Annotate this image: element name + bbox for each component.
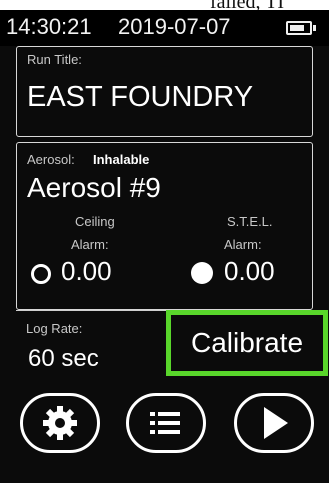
list-icon (148, 408, 184, 438)
device-screen: 14:30:21 2019-07-07 Run Title: EAST FOUN… (0, 10, 329, 483)
battery-icon (286, 21, 316, 35)
run-title-label: Run Title: (27, 52, 82, 67)
menu-button[interactable] (126, 393, 206, 453)
status-date: 2019-07-07 (118, 14, 231, 39)
stel-indicator-icon (191, 262, 213, 284)
stel-alarm-label: Alarm: (224, 237, 262, 252)
calibrate-label: Calibrate (190, 327, 304, 358)
play-icon (257, 405, 291, 441)
aerosol-name: Aerosol #9 (27, 172, 161, 203)
stel-label: S.T.E.L. (227, 214, 273, 229)
settings-button[interactable] (20, 393, 100, 453)
ceiling-label: Ceiling (75, 214, 115, 229)
status-bar: 14:30:21 2019-07-07 (0, 10, 329, 46)
stel-alarm-value: 0.00 (224, 256, 275, 286)
status-time: 14:30:21 (6, 14, 92, 39)
aerosol-panel[interactable]: Aerosol: Inhalable Aerosol #9 Ceiling Al… (16, 142, 313, 310)
log-rate-area[interactable]: Log Rate: 60 sec (16, 310, 166, 380)
gear-icon (40, 403, 80, 443)
ceiling-alarm-value: 0.00 (61, 256, 112, 286)
calibrate-button[interactable]: Calibrate (166, 310, 328, 376)
log-rate-value: 60 sec (28, 345, 99, 372)
aerosol-label: Aerosol: (27, 152, 75, 167)
ceiling-indicator-icon (31, 264, 51, 284)
run-title-panel[interactable]: Run Title: EAST FOUNDRY (16, 46, 313, 137)
log-rate-label: Log Rate: (26, 321, 83, 336)
ceiling-alarm-label: Alarm: (71, 237, 109, 252)
run-title-value: EAST FOUNDRY (27, 81, 254, 113)
aerosol-type: Inhalable (93, 152, 150, 167)
play-button[interactable] (234, 393, 314, 453)
